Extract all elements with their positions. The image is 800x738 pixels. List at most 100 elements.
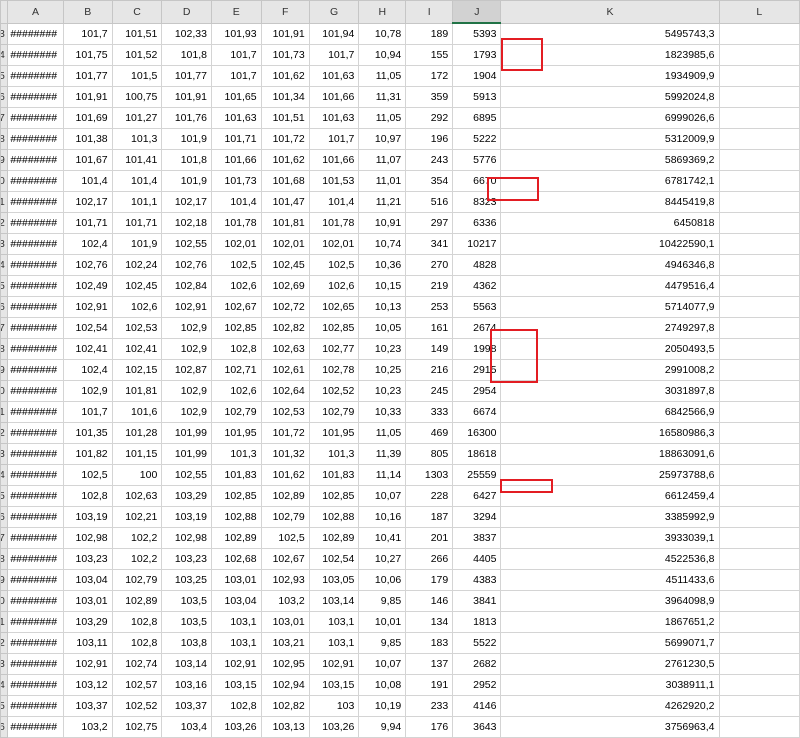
- row-header[interactable]: 4: [0, 43, 9, 66]
- cell-g[interactable]: 102,52: [308, 379, 360, 402]
- cell-g[interactable]: 102,6: [308, 274, 360, 297]
- cell-i[interactable]: 233: [405, 694, 454, 717]
- cell-k[interactable]: 4262920,2: [500, 694, 720, 717]
- cell-h[interactable]: 10,01: [358, 610, 407, 633]
- cell-d[interactable]: 103,19: [161, 505, 212, 528]
- cell-g[interactable]: 101,53: [308, 169, 360, 192]
- cell-d[interactable]: 102,76: [161, 253, 212, 276]
- cell-f[interactable]: 101,72: [260, 421, 310, 444]
- cell-c[interactable]: 102,52: [111, 694, 163, 717]
- cell-d[interactable]: 103,16: [161, 673, 212, 696]
- cell-g[interactable]: 102,85: [308, 484, 360, 507]
- cell-c[interactable]: 102,63: [111, 484, 163, 507]
- cell-h[interactable]: 10,23: [358, 379, 407, 402]
- cell-i[interactable]: 243: [405, 148, 454, 171]
- cell-c[interactable]: 100,75: [111, 85, 163, 108]
- cell-j[interactable]: 1904: [452, 64, 502, 87]
- cell-h[interactable]: 10,13: [358, 295, 407, 318]
- column-header-f[interactable]: F: [260, 0, 310, 24]
- cell-f[interactable]: 101,47: [260, 190, 310, 213]
- cell-l[interactable]: [718, 568, 800, 591]
- cell-l[interactable]: [718, 589, 800, 612]
- cell-f[interactable]: 102,95: [260, 652, 310, 675]
- cell-a[interactable]: ########: [7, 442, 64, 465]
- cell-d[interactable]: 101,8: [161, 148, 212, 171]
- cell-i[interactable]: 176: [405, 715, 454, 738]
- cell-d[interactable]: 103,29: [161, 484, 212, 507]
- cell-b[interactable]: 103,19: [62, 505, 113, 528]
- row-header[interactable]: 6: [0, 715, 9, 738]
- cell-f[interactable]: 101,91: [260, 22, 310, 45]
- cell-j[interactable]: 3841: [452, 589, 502, 612]
- cell-d[interactable]: 101,9: [161, 169, 212, 192]
- row-header[interactable]: 3: [0, 232, 9, 255]
- cell-g[interactable]: 102,77: [308, 337, 360, 360]
- cell-d[interactable]: 103,25: [161, 568, 212, 591]
- cell-d[interactable]: 102,33: [161, 22, 212, 45]
- column-header-b[interactable]: B: [62, 0, 113, 24]
- cell-c[interactable]: 101,27: [111, 106, 163, 129]
- cell-j[interactable]: 3643: [452, 715, 502, 738]
- cell-j[interactable]: 5393: [452, 22, 502, 45]
- cell-j[interactable]: 4362: [452, 274, 502, 297]
- cell-l[interactable]: [718, 85, 800, 108]
- cell-i[interactable]: 155: [405, 43, 454, 66]
- cell-l[interactable]: [718, 337, 800, 360]
- cell-g[interactable]: 103: [308, 694, 360, 717]
- cell-e[interactable]: 103,26: [210, 715, 262, 738]
- cell-g[interactable]: 101,63: [308, 64, 360, 87]
- cell-h[interactable]: 10,36: [358, 253, 407, 276]
- cell-g[interactable]: 103,14: [308, 589, 360, 612]
- cell-c[interactable]: 102,57: [111, 673, 163, 696]
- cell-d[interactable]: 101,99: [161, 421, 212, 444]
- cell-l[interactable]: [718, 379, 800, 402]
- cell-i[interactable]: 161: [405, 316, 454, 339]
- cell-a[interactable]: ########: [7, 379, 64, 402]
- cell-i[interactable]: 146: [405, 589, 454, 612]
- cell-d[interactable]: 102,9: [161, 316, 212, 339]
- cell-i[interactable]: 228: [405, 484, 454, 507]
- cell-c[interactable]: 101,81: [111, 379, 163, 402]
- row-header[interactable]: 7: [0, 526, 9, 549]
- cell-b[interactable]: 102,8: [62, 484, 113, 507]
- cell-j[interactable]: 2952: [452, 673, 502, 696]
- cell-b[interactable]: 102,49: [62, 274, 113, 297]
- column-header-k[interactable]: K: [500, 0, 720, 24]
- cell-b[interactable]: 103,23: [62, 547, 113, 570]
- cell-e[interactable]: 101,93: [210, 22, 262, 45]
- cell-f[interactable]: 102,64: [260, 379, 310, 402]
- cell-j[interactable]: 2915: [452, 358, 502, 381]
- cell-b[interactable]: 103,01: [62, 589, 113, 612]
- cell-e[interactable]: 102,68: [210, 547, 262, 570]
- cell-e[interactable]: 102,67: [210, 295, 262, 318]
- cell-c[interactable]: 101,71: [111, 211, 163, 234]
- cell-f[interactable]: 101,62: [260, 148, 310, 171]
- row-header[interactable]: 8: [0, 547, 9, 570]
- column-header-a[interactable]: A: [7, 0, 64, 24]
- cell-i[interactable]: 270: [405, 253, 454, 276]
- cell-f[interactable]: 102,72: [260, 295, 310, 318]
- cell-f[interactable]: 102,5: [260, 526, 310, 549]
- row-header[interactable]: 8: [0, 337, 9, 360]
- cell-f[interactable]: 102,63: [260, 337, 310, 360]
- cell-h[interactable]: 9,85: [358, 589, 407, 612]
- cell-j[interactable]: 2674: [452, 316, 502, 339]
- cell-f[interactable]: 102,79: [260, 505, 310, 528]
- cell-k[interactable]: 18863091,6: [500, 442, 720, 465]
- cell-b[interactable]: 102,41: [62, 337, 113, 360]
- cell-g[interactable]: 101,83: [308, 463, 360, 486]
- row-header[interactable]: 5: [0, 484, 9, 507]
- cell-h[interactable]: 10,25: [358, 358, 407, 381]
- row-header[interactable]: 1: [0, 400, 9, 423]
- cell-a[interactable]: ########: [7, 715, 64, 738]
- cell-l[interactable]: [718, 169, 800, 192]
- cell-j[interactable]: 6895: [452, 106, 502, 129]
- cell-d[interactable]: 103,5: [161, 610, 212, 633]
- cell-i[interactable]: 354: [405, 169, 454, 192]
- cell-e[interactable]: 102,8: [210, 694, 262, 717]
- cell-f[interactable]: 102,82: [260, 694, 310, 717]
- cell-e[interactable]: 102,71: [210, 358, 262, 381]
- cell-b[interactable]: 102,91: [62, 652, 113, 675]
- column-header-l[interactable]: L: [718, 0, 800, 24]
- cell-d[interactable]: 103,4: [161, 715, 212, 738]
